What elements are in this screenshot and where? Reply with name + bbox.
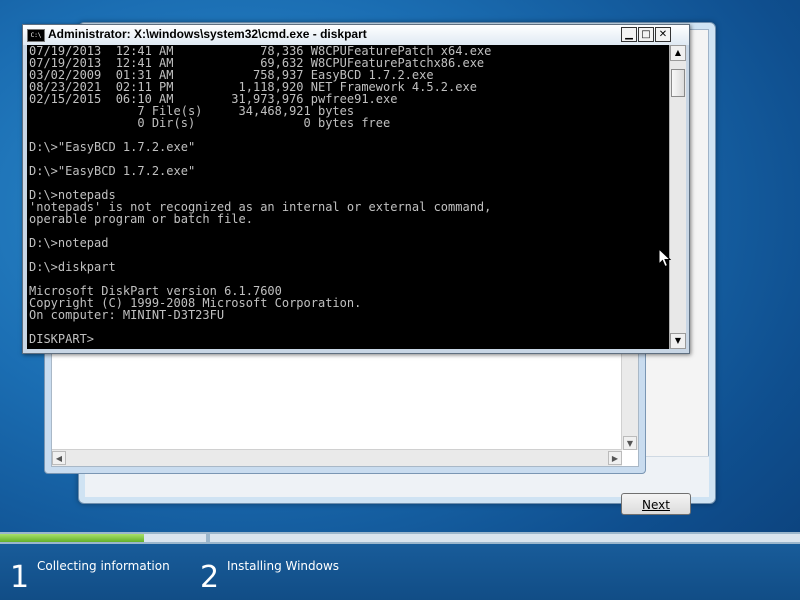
progress-track [0, 532, 800, 544]
progress-segment-1 [0, 534, 206, 542]
scroll-right-arrow-icon[interactable]: ▶ [608, 451, 622, 465]
scroll-down-arrow-icon[interactable]: ▼ [670, 333, 686, 349]
close-icon: ✕ [658, 29, 668, 40]
close-button[interactable]: ✕ [655, 27, 671, 42]
cmd-title: Administrator: X:\windows\system32\cmd.e… [48, 27, 367, 41]
scroll-up-arrow-icon[interactable]: ▲ [670, 45, 686, 61]
console-line: operable program or batch file. [29, 212, 253, 226]
minimize-button[interactable]: ▁ [621, 27, 637, 42]
console-line: D:\>diskpart [29, 260, 116, 274]
console-line: 0 Dir(s) 0 bytes free [29, 116, 391, 130]
maximize-button[interactable]: □ [638, 27, 654, 42]
next-button-label: Next [642, 498, 670, 512]
step-1-label: Collecting information [37, 559, 170, 573]
console-line: D:\>notepad [29, 236, 109, 250]
progress-segment-1-fill [0, 534, 145, 542]
progress-segment-2 [210, 534, 800, 542]
step-2-label: Installing Windows [227, 559, 340, 573]
console-line: D:\>"EasyBCD 1.7.2.exe" [29, 164, 196, 178]
mouse-pointer-icon [658, 248, 672, 268]
setup-progress-area: 1 Collecting information 2 Installing Wi… [0, 532, 800, 600]
maximize-icon: □ [641, 29, 651, 40]
minimize-icon: ▁ [625, 29, 633, 40]
step-2-number: 2 [200, 560, 220, 595]
next-button[interactable]: Next [621, 493, 691, 515]
cmd-titlebar[interactable]: C:\ Administrator: X:\windows\system32\c… [23, 25, 689, 45]
cmd-window: C:\ Administrator: X:\windows\system32\c… [22, 24, 690, 354]
step-1-number: 1 [10, 560, 30, 595]
scroll-down-arrow-icon[interactable]: ▼ [623, 436, 637, 450]
scroll-left-arrow-icon[interactable]: ◀ [52, 451, 66, 465]
console-output[interactable]: 07/19/2013 12:41 AM 78,336 W8CPUFeatureP… [27, 45, 670, 349]
console-line: D:\>"EasyBCD 1.7.2.exe" [29, 140, 196, 154]
console-line: DISKPART> [29, 332, 102, 346]
notepad-horizontal-scrollbar[interactable]: ◀ ▶ [52, 449, 622, 466]
scroll-thumb[interactable] [671, 69, 685, 97]
cmd-icon[interactable]: C:\ [27, 29, 45, 42]
console-line: On computer: MININT-D3T23FU [29, 308, 225, 322]
cmd-vertical-scrollbar[interactable]: ▲ ▼ [669, 45, 686, 349]
